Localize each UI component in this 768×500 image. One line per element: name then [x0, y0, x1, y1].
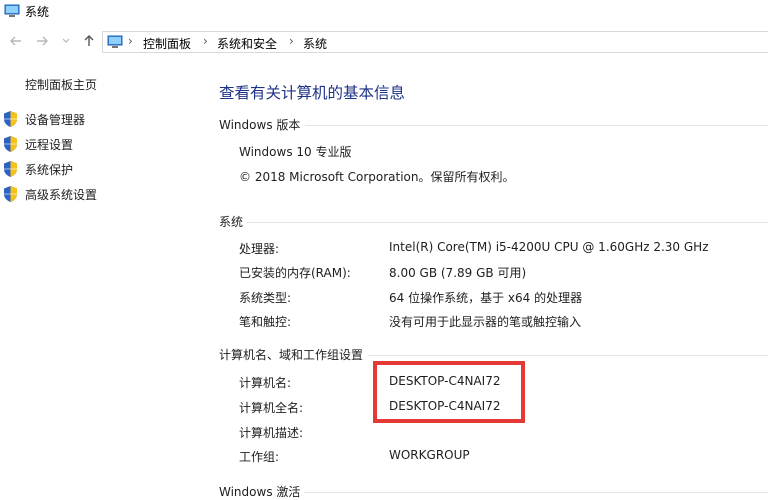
recent-locations-chevron-icon[interactable]: [60, 33, 72, 49]
computer-name-label: 计算机名:: [239, 376, 292, 390]
copyright-text: © 2018 Microsoft Corporation。保留所有权利。: [239, 170, 515, 184]
shield-icon: [2, 160, 19, 178]
sidebar-item-system-protection[interactable]: 系统保护: [2, 160, 192, 178]
forward-arrow-icon[interactable]: [34, 33, 50, 49]
up-arrow-icon[interactable]: [81, 33, 97, 49]
system-type-label: 系统类型:: [239, 291, 292, 305]
sidebar-item-label: 设备管理器: [25, 113, 86, 127]
pen-touch-label: 笔和触控:: [239, 315, 292, 329]
workgroup-value: WORKGROUP: [389, 448, 470, 462]
pen-touch-value: 没有可用于此显示器的笔或触控输入: [389, 315, 582, 329]
section-divider: [247, 222, 768, 223]
windows-edition-value: Windows 10 专业版: [239, 145, 352, 159]
sidebar-item-label: 系统保护: [25, 163, 74, 177]
sidebar-item-label: 远程设置: [25, 138, 74, 152]
window-title: 系统: [25, 5, 50, 19]
breadcrumb-chevron-icon: ›: [128, 34, 133, 48]
system-type-value: 64 位操作系统，基于 x64 的处理器: [389, 291, 583, 305]
section-title-windows-activation: Windows 激活: [219, 485, 301, 499]
breadcrumb-chevron-icon: ›: [289, 34, 294, 48]
navigation-bar: › 控制面板 › 系统和安全 › 系统: [0, 28, 768, 56]
control-panel-icon: [107, 34, 123, 50]
title-bar: 系统: [0, 0, 768, 26]
processor-value: Intel(R) Core(TM) i5-4200U CPU @ 1.60GHz…: [389, 240, 709, 254]
section-title-computer-name: 计算机名、域和工作组设置: [219, 348, 364, 362]
section-divider: [304, 492, 768, 493]
full-computer-name-label: 计算机全名:: [239, 401, 304, 415]
computer-description-label: 计算机描述:: [239, 426, 304, 440]
section-title-system: 系统: [219, 215, 244, 229]
computer-icon: [4, 3, 20, 19]
sidebar-item-advanced-system-settings[interactable]: 高级系统设置: [2, 185, 192, 203]
workgroup-label: 工作组:: [239, 450, 280, 464]
breadcrumb-system[interactable]: 系统: [303, 35, 327, 52]
address-bar[interactable]: › 控制面板 › 系统和安全 › 系统: [102, 31, 768, 53]
sidebar-item-label: 高级系统设置: [25, 188, 98, 202]
section-title-windows-edition: Windows 版本: [219, 118, 301, 132]
memory-label: 已安装的内存(RAM):: [239, 266, 351, 280]
memory-value: 8.00 GB (7.89 GB 可用): [389, 266, 527, 280]
breadcrumb-control-panel[interactable]: 控制面板: [143, 35, 191, 52]
back-arrow-icon[interactable]: [8, 33, 24, 49]
section-divider: [368, 355, 768, 356]
processor-label: 处理器:: [239, 242, 280, 256]
sidebar-item-device-manager[interactable]: 设备管理器: [2, 110, 192, 128]
shield-icon: [2, 185, 19, 203]
breadcrumb-system-and-security[interactable]: 系统和安全: [217, 35, 277, 52]
highlight-annotation-box: [373, 361, 525, 423]
breadcrumb-chevron-icon: ›: [203, 34, 208, 48]
control-panel-home-link[interactable]: 控制面板主页: [25, 76, 97, 93]
sidebar-item-remote-settings[interactable]: 远程设置: [2, 135, 192, 153]
section-divider: [305, 125, 768, 126]
page-title: 查看有关计算机的基本信息: [219, 84, 406, 102]
shield-icon: [2, 110, 19, 128]
shield-icon: [2, 135, 19, 153]
